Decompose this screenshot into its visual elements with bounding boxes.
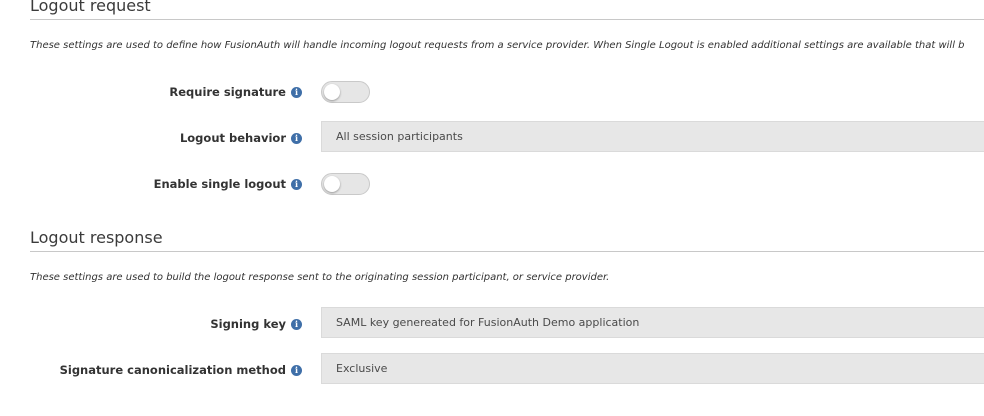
info-icon[interactable]: i xyxy=(291,364,302,376)
toggle-knob xyxy=(324,84,340,100)
logout-behavior-label: Logout behavior xyxy=(179,131,286,145)
logout-behavior-label-row: Logout behavior i xyxy=(180,131,302,145)
signature-canonicalization-method-select[interactable]: Exclusive xyxy=(321,353,984,384)
require-signature-label-row: Require signature i xyxy=(169,85,302,99)
logout-behavior-select[interactable]: All session participants xyxy=(321,121,984,152)
enable-single-logout-label-row: Enable single logout i xyxy=(154,177,302,191)
require-signature-toggle[interactable] xyxy=(321,81,370,103)
signing-key-label: Signing key xyxy=(210,317,286,331)
signing-key-label-row: Signing key i xyxy=(210,317,302,331)
info-icon[interactable]: i xyxy=(291,178,302,190)
enable-single-logout-toggle[interactable] xyxy=(321,173,370,195)
signature-canonicalization-method-label: Signature canonicalization method xyxy=(59,363,286,377)
logout-request-heading: Logout request xyxy=(30,0,151,15)
enable-single-logout-label: Enable single logout xyxy=(153,177,286,191)
logout-response-description: These settings are used to build the log… xyxy=(30,272,610,283)
info-icon[interactable]: i xyxy=(291,318,302,330)
info-icon[interactable]: i xyxy=(291,132,302,144)
logout-response-heading: Logout response xyxy=(30,228,163,247)
signing-key-select[interactable]: SAML key genereated for FusionAuth Demo … xyxy=(321,307,984,338)
logout-request-divider xyxy=(30,19,984,20)
signature-canonicalization-label-row: Signature canonicalization method i xyxy=(60,363,302,377)
require-signature-label: Require signature xyxy=(169,85,286,99)
logout-response-divider xyxy=(30,251,984,252)
info-icon[interactable]: i xyxy=(291,86,302,98)
logout-request-description: These settings are used to define how Fu… xyxy=(30,40,965,51)
toggle-knob xyxy=(324,176,340,192)
